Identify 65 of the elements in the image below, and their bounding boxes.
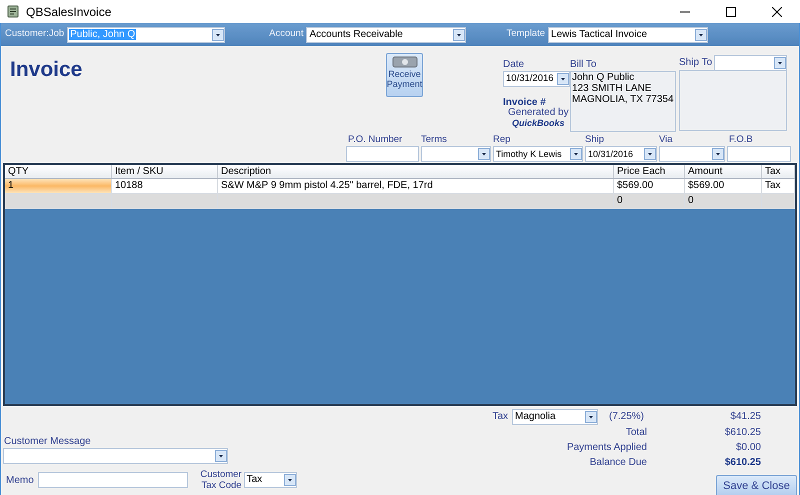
invoice-title: Invoice (9, 57, 84, 83)
field-label: Template (506, 27, 546, 42)
column-header[interactable]: Description (218, 165, 614, 178)
column-header[interactable]: Amount (685, 165, 762, 178)
total-value: $610.25 (724, 426, 761, 440)
field-label: Date (503, 59, 526, 70)
field-label: Customer Message (4, 436, 91, 447)
app-icon (7, 5, 19, 18)
save-and-close-button[interactable]: Save & Close (716, 475, 797, 495)
total-label: Payments Applied (566, 441, 647, 455)
total-value: $610.25 (724, 456, 761, 470)
field-label: Memo (6, 474, 34, 488)
table-cell: 0 (614, 194, 685, 208)
input-field[interactable] (346, 146, 419, 162)
window-title: QBSalesInvoice (26, 4, 112, 20)
table-cell: 0 (685, 194, 762, 208)
total-label: Total (624, 426, 647, 440)
table-cell: $569.00 (614, 179, 685, 193)
field-label: F.O.B (729, 134, 753, 146)
generated-by-text: Generated by (508, 108, 569, 118)
field-label: Ship (585, 134, 604, 146)
field-label: Account (269, 27, 304, 42)
address-line: 123 SMITH LANE (572, 83, 652, 94)
cash-icon (392, 56, 418, 68)
input-field[interactable] (727, 146, 791, 162)
tax-rate-text: (7.25%) (609, 410, 646, 424)
field-label: Customer:Job (5, 27, 64, 42)
table-cell: 1 (5, 179, 112, 193)
column-header[interactable]: QTY (5, 165, 112, 178)
bill-to-box[interactable]: John Q Public 123 SMITH LANE MAGNOLIA, TX 77354 (570, 71, 676, 132)
quickbooks-text: QuickBooks (512, 118, 565, 128)
invoice-number-label: Invoice # (503, 97, 546, 108)
field-label: Bill To (570, 59, 598, 70)
table-cell: S&W M&P 9 9mm pistol 4.25" barrel, FDE, 17rd (218, 179, 614, 193)
field-label: Tax (492, 410, 508, 424)
memo-field[interactable] (38, 472, 188, 488)
field-label: Rep (493, 134, 510, 146)
close-icon[interactable] (772, 6, 782, 16)
date-field[interactable]: 10/31/2016 (503, 71, 570, 87)
table-cell: $569.00 (685, 179, 762, 193)
column-header[interactable]: Item / SKU (112, 165, 218, 178)
field-label: Customer Tax Code (199, 469, 242, 491)
tax-region-dropdown[interactable]: Magnolia (512, 408, 598, 424)
address-line: MAGNOLIA, TX 77354 (572, 94, 674, 105)
dropdown-field[interactable]: 10/31/2016 (585, 146, 657, 162)
dropdown-field[interactable]: Lewis Tactical Invoice (548, 26, 708, 42)
total-label: Balance Due (588, 456, 647, 470)
field-label: Ship To (679, 57, 712, 68)
maximize-icon[interactable] (726, 6, 736, 16)
field-label: Terms (421, 134, 447, 146)
field-label: P.O. Number (348, 134, 402, 146)
column-header[interactable]: Price Each (614, 165, 685, 178)
dropdown-field[interactable] (659, 146, 725, 162)
receive-payment-button[interactable]: Receive Payment (386, 53, 423, 97)
address-line: John Q Public (572, 72, 634, 83)
dropdown-field[interactable]: Accounts Receivable (306, 26, 466, 42)
tax-amount-text: $41.25 (729, 410, 761, 424)
table-cell: 10188 (112, 179, 218, 193)
field-label: Via (659, 134, 673, 146)
dropdown-field[interactable]: Timothy K Lewis (493, 146, 583, 162)
total-value: $0.00 (734, 441, 761, 455)
dropdown-field[interactable] (421, 146, 491, 162)
column-header[interactable]: Tax (762, 165, 795, 178)
table-cell: Tax (762, 179, 795, 193)
tax-code-dropdown[interactable]: Tax (244, 472, 298, 488)
